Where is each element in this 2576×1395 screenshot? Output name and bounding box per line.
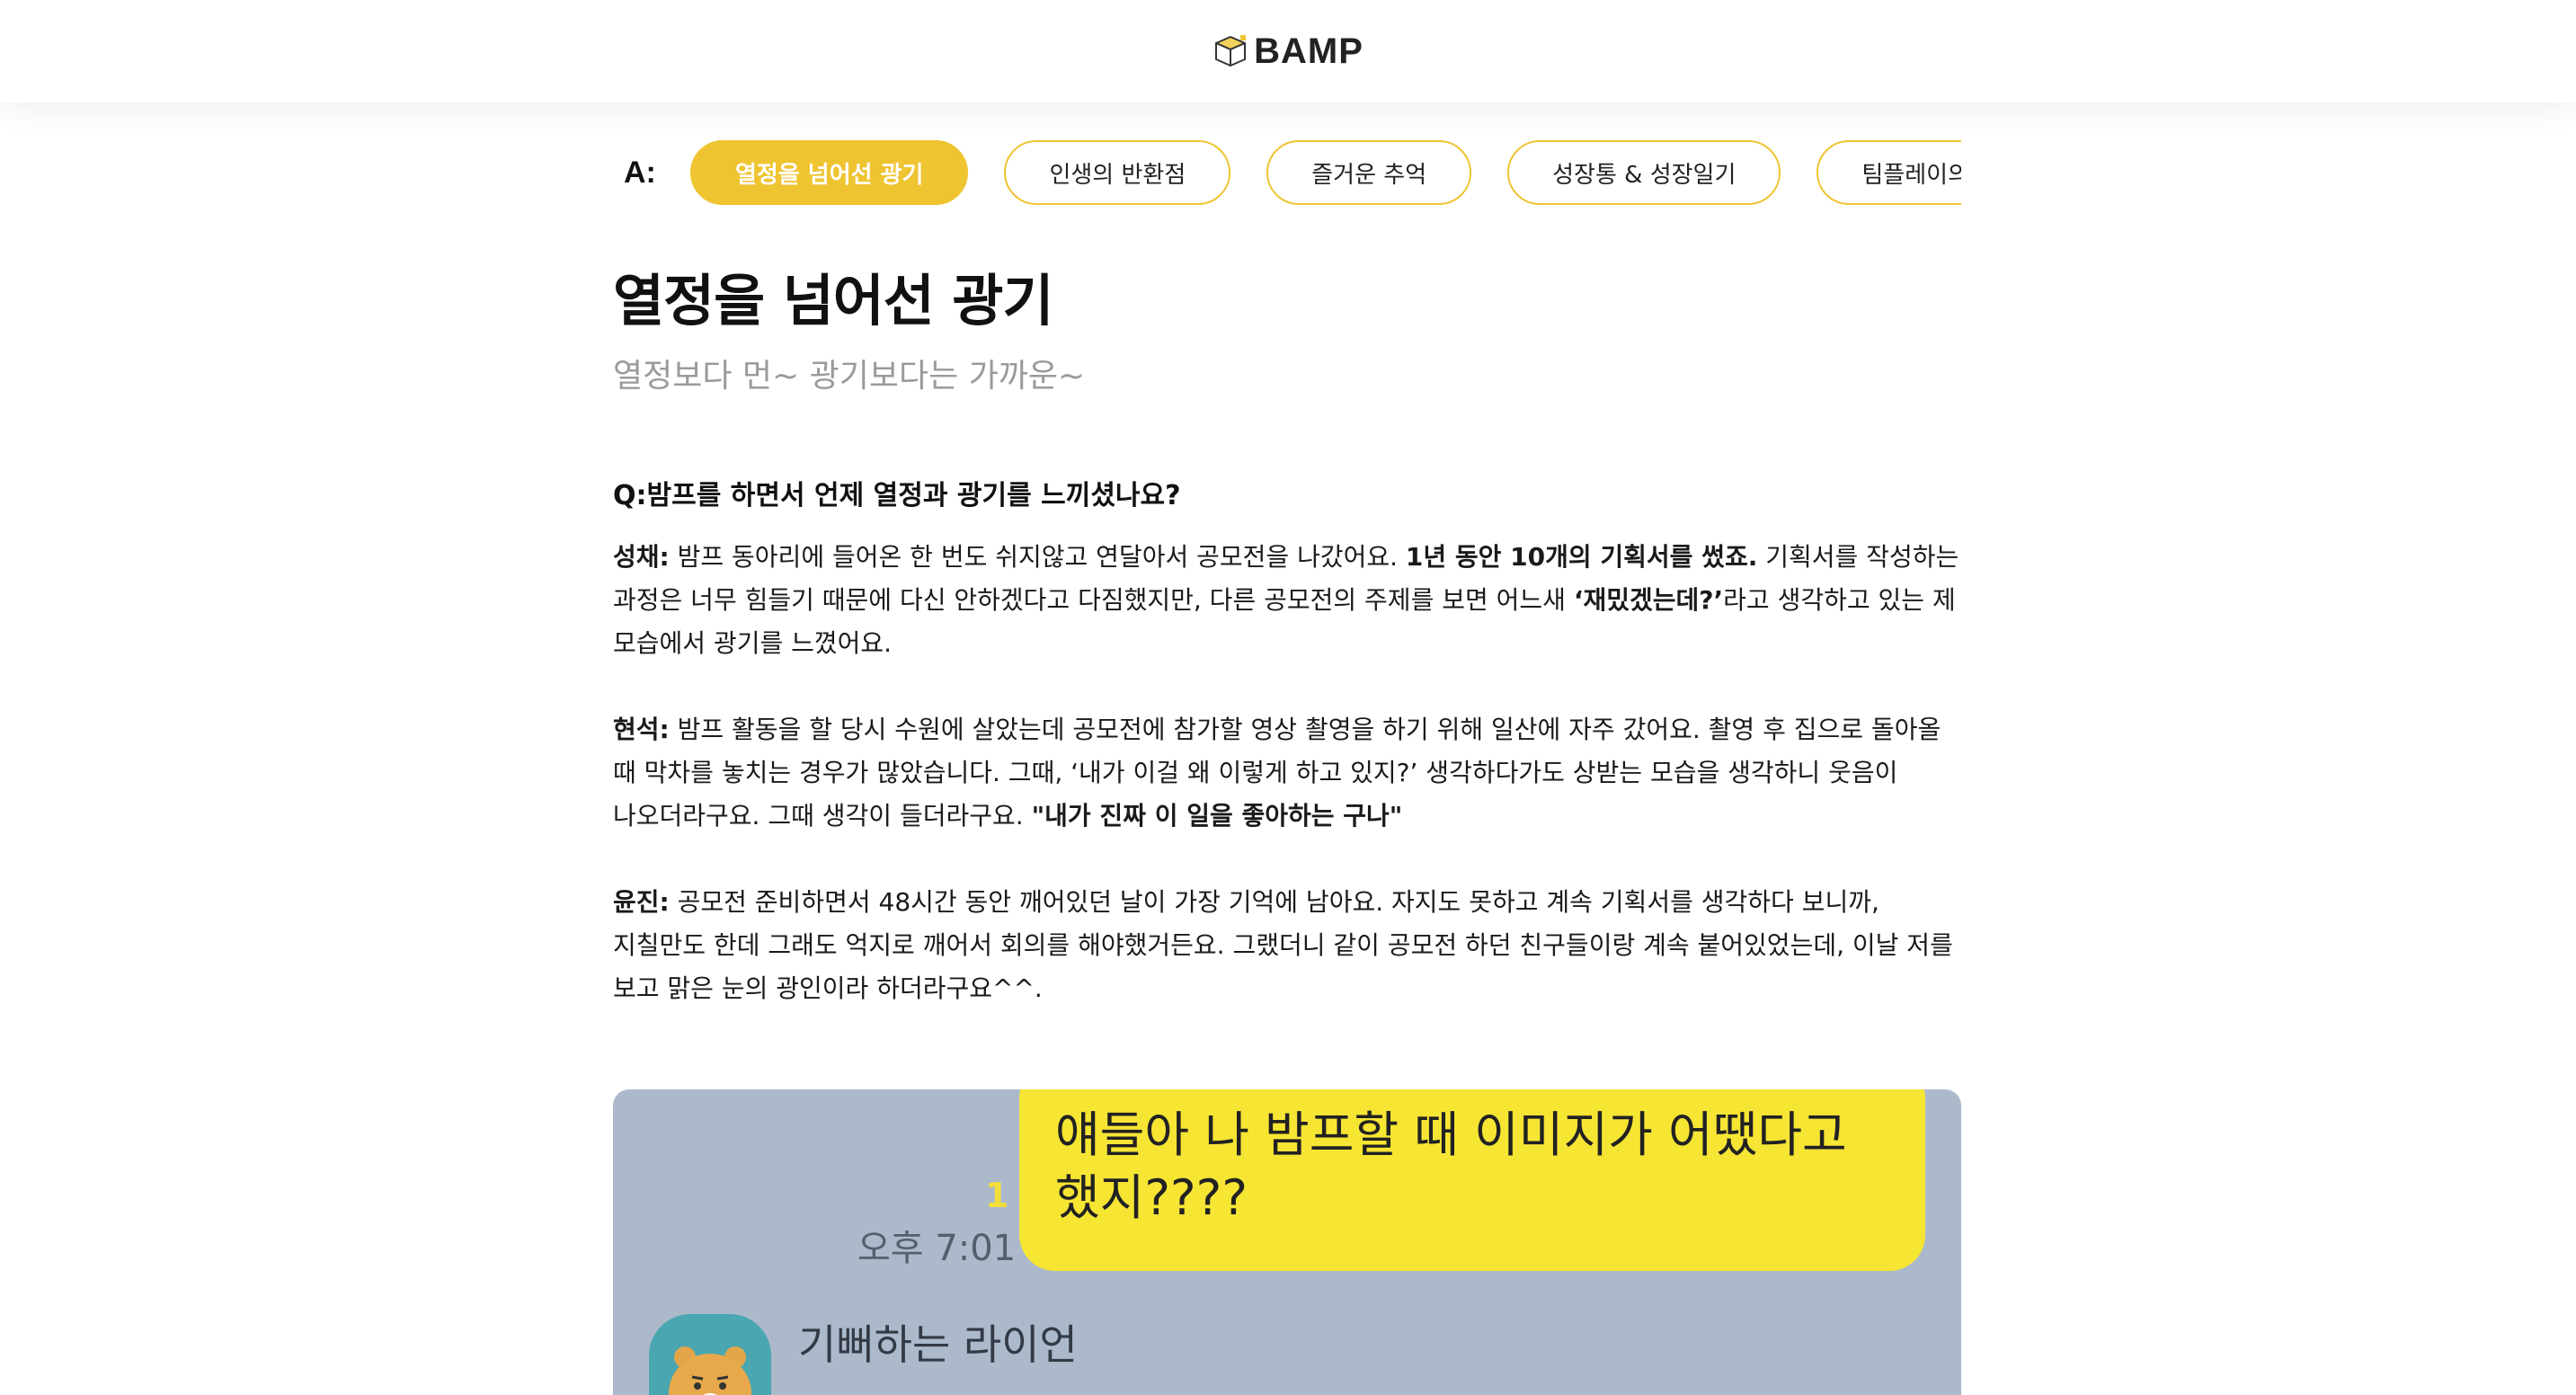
interview-question: Q:밤프를 하면서 언제 열정과 광기를 느끼셨나요? bbox=[613, 480, 1181, 511]
tab-turning-point[interactable]: 인생의 반환점 bbox=[1004, 140, 1231, 205]
answer-highlight: 1년 동안 10개의 기획서를 썼죠. bbox=[1405, 542, 1758, 572]
sender-name: 기뻐하는 라이언 bbox=[798, 1320, 1078, 1369]
chat-screenshot-image: 얘들아 나 밤프할 때 이미지가 어땠다고 했지???? 1 오후 7:01 기… bbox=[613, 1089, 1961, 1395]
answer-yunjin: 윤진: 공모전 준비하면서 48시간 동안 깨어있던 날이 가장 기억에 남아요… bbox=[613, 881, 1961, 1010]
ryan-character-icon bbox=[669, 1346, 751, 1395]
answer-text: 밤프 동아리에 들어온 한 번도 쉬지않고 연달아서 공모전을 나갔어요. bbox=[669, 542, 1406, 572]
logo-text: BAMP bbox=[1254, 31, 1364, 71]
tab-teamplay[interactable]: 팀플레이의 bbox=[1817, 140, 1961, 205]
message-time: 오후 7:01 bbox=[857, 1228, 1017, 1269]
answer-highlight: "내가 진짜 이 일을 좋아하는 구나" bbox=[1031, 801, 1403, 831]
tab-list: 열정을 넘어선 광기 인생의 반환점 즐거운 추억 성장통 & 성장일기 팀플레… bbox=[690, 140, 1961, 205]
answer-speaker: 현석: bbox=[613, 715, 670, 744]
unread-count: 1 bbox=[985, 1176, 1009, 1215]
answer-speaker: 성채: bbox=[613, 542, 670, 572]
tab-passion-madness[interactable]: 열정을 넘어선 광기 bbox=[690, 140, 969, 205]
avatar bbox=[649, 1314, 771, 1395]
answer-hyeonseok: 현석: 밤프 활동을 할 당시 수원에 살았는데 공모전에 참가할 영상 촬영을… bbox=[613, 708, 1961, 838]
category-tab-bar: A: 열정을 넘어선 광기 인생의 반환점 즐거운 추억 성장통 & 성장일기 … bbox=[613, 138, 1961, 207]
bamp-logo[interactable]: BAMP bbox=[1212, 31, 1364, 72]
answer-highlight: ‘재밌겠는데?’ bbox=[1573, 585, 1724, 615]
article-content: 열정을 넘어선 광기 열정보다 먼~ 광기보다는 가까운~ Q:밤프를 하면서 … bbox=[613, 261, 1961, 1035]
answer-text: 공모전 준비하면서 48시간 동안 깨어있던 날이 가장 기억에 남아요. 자지… bbox=[613, 887, 1953, 1003]
page-title: 열정을 넘어선 광기 bbox=[613, 268, 1054, 333]
box-icon bbox=[1215, 35, 1247, 67]
answer-seongchae: 성채: 밤프 동아리에 들어온 한 번도 쉬지않고 연달아서 공모전을 나갔어요… bbox=[613, 536, 1961, 665]
chat-message-bubble: 얘들아 나 밤프할 때 이미지가 어땠다고 했지???? bbox=[1019, 1089, 1925, 1271]
page-subtitle: 열정보다 먼~ 광기보다는 가까운~ bbox=[613, 358, 1086, 395]
tab-happy-memories[interactable]: 즐거운 추억 bbox=[1266, 140, 1472, 205]
tab-growth-diary[interactable]: 성장통 & 성장일기 bbox=[1507, 140, 1781, 205]
tab-prefix-label: A: bbox=[624, 155, 656, 190]
top-header: BAMP bbox=[0, 0, 2576, 102]
answer-speaker: 윤진: bbox=[613, 887, 670, 917]
